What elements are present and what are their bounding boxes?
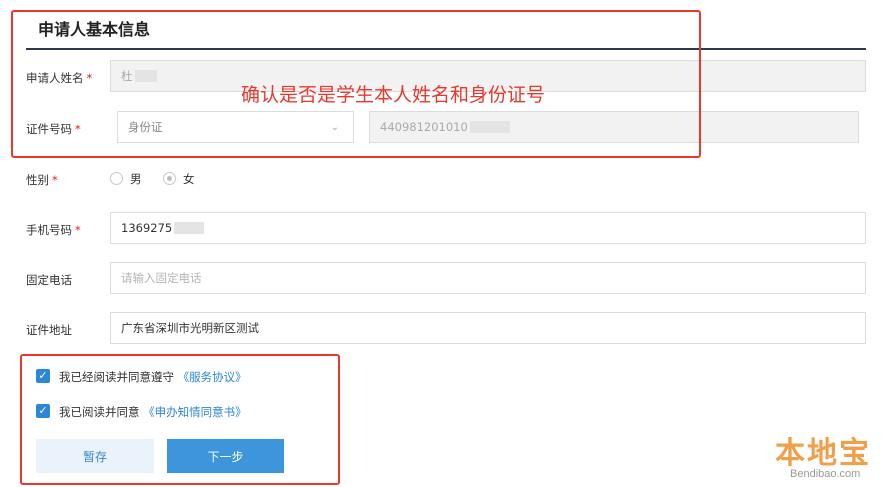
address-label: 证件地址 (26, 323, 72, 337)
gender-option-female: 女 (183, 172, 195, 186)
gender-radio-male[interactable] (110, 172, 123, 185)
annotation-text: 确认是否是学生本人姓名和身份证号 (241, 84, 546, 106)
mobile-label: 手机号码 * (26, 223, 81, 237)
address-input[interactable]: 广东省深圳市光明新区测试 (110, 312, 866, 344)
mobile-input[interactable]: 1369275 (110, 212, 866, 244)
gender-radio-female[interactable] (163, 172, 176, 185)
gender-option-male: 男 (130, 172, 142, 186)
landline-label: 固定电话 (26, 273, 72, 287)
watermark-logo: 本地宝 (775, 436, 871, 471)
watermark-url: Bendibao.com (790, 468, 861, 480)
mobile-mask (174, 222, 205, 234)
landline-input[interactable]: 请输入固定电话 (110, 262, 866, 294)
highlight-box-agreements (20, 354, 340, 485)
gender-label: 性别 * (26, 173, 58, 187)
